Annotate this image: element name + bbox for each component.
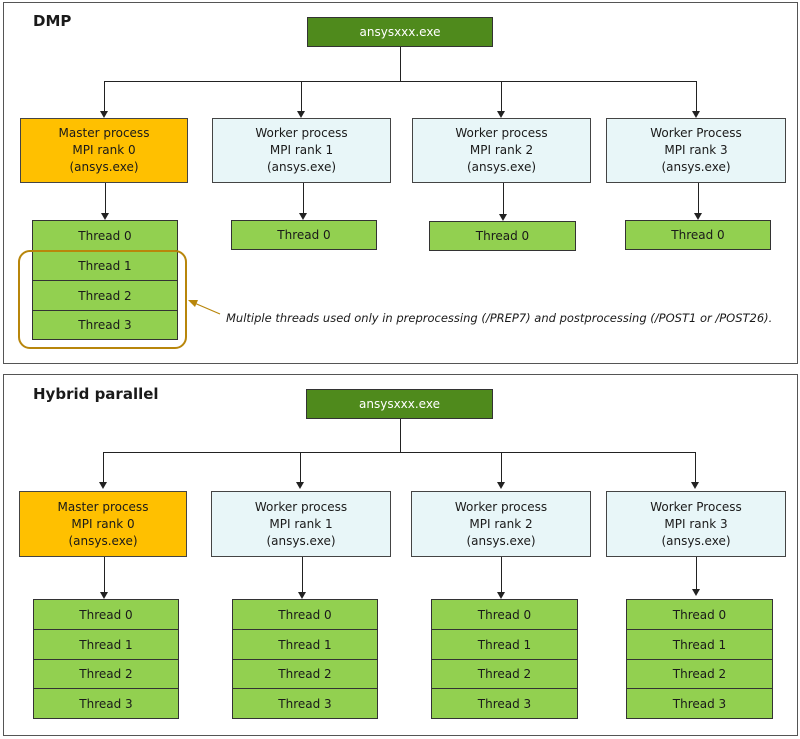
executable: (ansys.exe) [661,160,731,174]
dmp-worker1-thread-0: Thread 0 [231,220,377,250]
hybrid-worker-process-2: Worker process MPI rank 2 (ansys.exe) [411,491,591,557]
hybrid-root-connector [400,419,401,453]
hybrid-branch-2 [501,452,502,482]
dmp-thread-arrow-3 [694,213,702,220]
dmp-branch-0 [104,81,105,111]
process-label: Worker process [255,126,348,140]
dmp-thread-arrow-0 [101,213,109,220]
mpi-rank: MPI rank 2 [469,516,533,531]
hybrid-worker1-thread-1: Thread 1 [232,629,378,660]
hybrid-arrow-2 [497,482,505,489]
hybrid-worker2-thread-0: Thread 0 [431,599,578,630]
hybrid-worker3-thread-2: Thread 2 [626,659,773,689]
hybrid-worker-process-3: Worker Process MPI rank 3 (ansys.exe) [606,491,786,557]
hybrid-master-thread-3: Thread 3 [33,688,179,719]
mpi-rank: MPI rank 0 [72,143,136,157]
hybrid-thread-arrow-1 [298,592,306,599]
mpi-rank: MPI rank 3 [664,516,728,531]
process-label: Worker process [455,126,548,140]
hybrid-thread-arrow-0 [100,592,108,599]
hybrid-thread-connector-0 [104,557,105,593]
dmp-branch-1 [301,81,302,111]
executable: (ansys.exe) [68,533,138,548]
hybrid-branch-3 [695,452,696,482]
hybrid-worker3-thread-1: Thread 1 [626,629,773,660]
executable: (ansys.exe) [266,533,336,548]
hybrid-panel-title: Hybrid parallel [33,385,159,403]
hybrid-arrow-1 [296,482,304,489]
hybrid-thread-connector-2 [501,557,502,593]
hybrid-branch-line [103,452,695,453]
mpi-rank: MPI rank 1 [269,143,334,157]
hybrid-worker-process-1: Worker process MPI rank 1 (ansys.exe) [211,491,391,557]
hybrid-branch-1 [300,452,301,482]
process-label: Worker Process [650,126,742,140]
hybrid-thread-arrow-2 [497,592,505,599]
hybrid-worker1-thread-2: Thread 2 [232,659,378,689]
executable: (ansys.exe) [69,160,139,174]
dmp-master-process: Master process MPI rank 0 (ansys.exe) [20,118,188,183]
dmp-worker-process-2: Worker process MPI rank 2 (ansys.exe) [412,118,591,183]
dmp-worker2-thread-0: Thread 0 [429,221,576,251]
hybrid-worker3-thread-0: Thread 0 [626,599,773,630]
process-label: Master process [58,126,150,140]
hybrid-master-thread-2: Thread 2 [33,659,179,689]
hybrid-branch-0 [103,452,104,482]
dmp-arrow-0 [100,111,108,118]
hybrid-arrow-0 [99,482,107,489]
dmp-panel-title: DMP [33,12,72,30]
mpi-rank: MPI rank 2 [469,143,534,157]
hybrid-worker2-thread-1: Thread 1 [431,629,578,660]
hybrid-worker2-thread-2: Thread 2 [431,659,578,689]
process-label: Worker Process [650,499,742,514]
hybrid-master-thread-1: Thread 1 [33,629,179,660]
dmp-thread-connector-1 [303,183,304,213]
executable: (ansys.exe) [466,160,537,174]
dmp-thread-connector-2 [503,183,504,214]
hybrid-worker1-thread-3: Thread 3 [232,688,378,719]
mpi-rank: MPI rank 0 [71,516,135,531]
multithread-highlight-outline [18,250,187,349]
dmp-root-exe-box: ansysxxx.exe [307,17,493,47]
dmp-arrow-2 [497,111,505,118]
dmp-worker-process-1: Worker process MPI rank 1 (ansys.exe) [212,118,391,183]
dmp-worker3-thread-0: Thread 0 [625,220,771,250]
hybrid-thread-connector-3 [696,557,697,590]
dmp-thread-connector-3 [698,183,699,213]
executable: (ansys.exe) [661,533,731,548]
hybrid-master-process: Master process MPI rank 0 (ansys.exe) [19,491,187,557]
hybrid-root-exe-box: ansysxxx.exe [306,389,493,419]
multithread-note: Multiple threads used only in preprocess… [226,311,773,325]
dmp-master-thread-0: Thread 0 [32,220,178,251]
hybrid-thread-arrow-3 [692,589,700,596]
dmp-arrow-1 [297,111,305,118]
dmp-arrow-3 [692,111,700,118]
hybrid-worker1-thread-0: Thread 0 [232,599,378,630]
dmp-branch-3 [696,81,697,111]
mpi-rank: MPI rank 1 [269,516,333,531]
executable: (ansys.exe) [466,533,536,548]
dmp-thread-connector-0 [105,183,106,213]
dmp-worker-process-3: Worker Process MPI rank 3 (ansys.exe) [606,118,786,183]
dmp-thread-arrow-2 [499,214,507,221]
mpi-rank: MPI rank 3 [664,143,728,157]
process-label: Worker process [454,499,548,514]
process-label: Worker process [254,499,348,514]
dmp-branch-line [104,81,697,82]
dmp-branch-2 [501,81,502,111]
hybrid-worker3-thread-3: Thread 3 [626,688,773,719]
executable: (ansys.exe) [266,160,337,174]
dmp-root-connector [400,47,401,82]
hybrid-worker2-thread-3: Thread 3 [431,688,578,719]
dmp-thread-arrow-1 [299,213,307,220]
process-label: Master process [57,499,149,514]
hybrid-thread-connector-1 [302,557,303,593]
hybrid-master-thread-0: Thread 0 [33,599,179,630]
hybrid-arrow-3 [691,482,699,489]
